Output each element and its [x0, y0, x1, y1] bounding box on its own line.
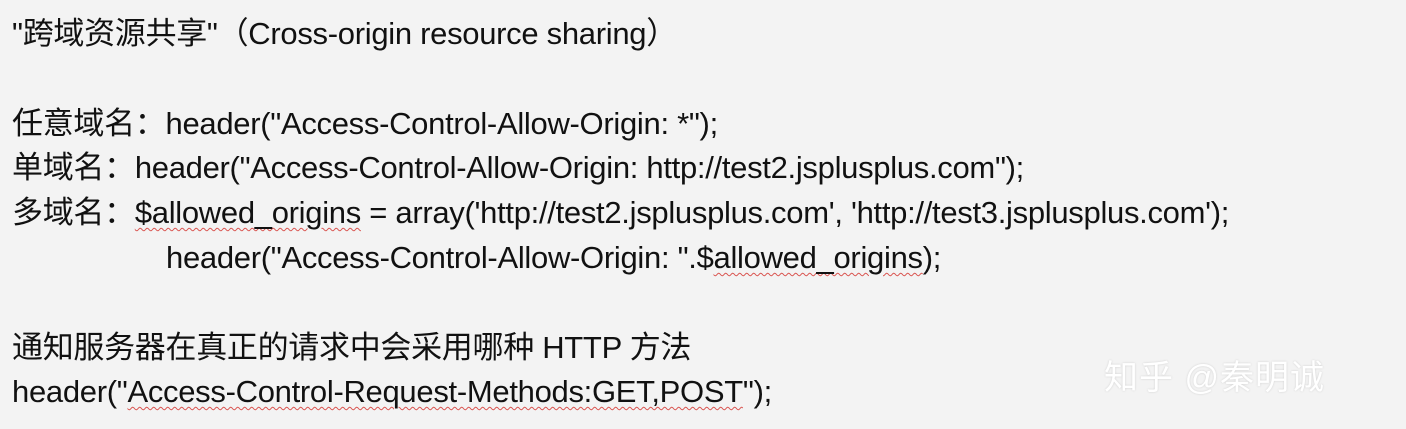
single-domain-label: 单域名： — [12, 150, 135, 185]
method-header-line: header("Access-Control-Request-Methods:G… — [12, 372, 772, 412]
multi-domain-header-line: header("Access-Control-Allow-Origin: ".$… — [166, 238, 941, 278]
document-title: "跨域资源共享"（Cross-origin resource sharing） — [12, 16, 677, 51]
multi-domain-label: 多域名： — [12, 195, 135, 230]
single-domain-code: header("Access-Control-Allow-Origin: htt… — [134, 150, 1024, 185]
any-domain-line: 任意域名：header("Access-Control-Allow-Origin… — [12, 104, 718, 144]
multi-domain-line: 多域名：$allowed_origins = array('http://tes… — [12, 193, 1229, 233]
method-notice-line: 通知服务器在真正的请求中会采用哪种 HTTP 方法 — [12, 330, 692, 365]
method-header-start: header(" — [12, 374, 128, 409]
single-domain-line: 单域名：header("Access-Control-Allow-Origin:… — [12, 148, 1024, 188]
allowed-origins-var: $allowed_origins — [134, 195, 361, 230]
allowed-origins-array: = array('http://test2.jsplusplus.com', '… — [360, 195, 1230, 230]
method-header-end: "); — [742, 374, 772, 409]
multi-domain-header-end: ); — [922, 240, 942, 275]
zhihu-watermark: 知乎 @秦明诚 — [1104, 359, 1325, 397]
allowed-origins-ref: allowed_origins — [713, 240, 923, 275]
method-header-value: Access-Control-Request-Methods:GET,POST — [127, 374, 743, 409]
multi-domain-header-start: header("Access-Control-Allow-Origin: ".$ — [166, 240, 714, 275]
any-domain-code: header("Access-Control-Allow-Origin: *")… — [165, 106, 719, 141]
any-domain-label: 任意域名： — [12, 106, 166, 141]
